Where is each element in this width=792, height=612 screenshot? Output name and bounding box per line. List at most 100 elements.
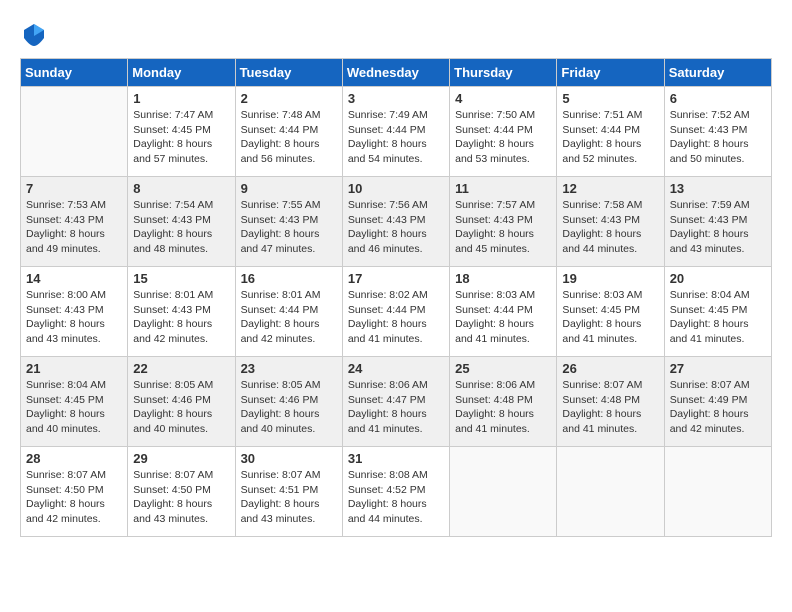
calendar-cell: 14Sunrise: 8:00 AMSunset: 4:43 PMDayligh… [21,267,128,357]
calendar-cell: 3 Sunrise: 7:49 AMSunset: 4:44 PMDaylight… [342,87,449,177]
day-info: Sunrise: 7:50 AMSunset: 4:44 PMDaylight:… [455,108,551,167]
calendar-cell: 15Sunrise: 8:01 AMSunset: 4:43 PMDayligh… [128,267,235,357]
day-number: 21 [26,361,122,376]
day-info: Sunrise: 7:54 AMSunset: 4:43 PMDaylight:… [133,198,229,257]
calendar-cell: 29 Sunrise: 8:07 AMSunset: 4:50 PMDayligh… [128,447,235,537]
calendar: SundayMondayTuesdayWednesdayThursdayFrid… [20,58,772,537]
day-number: 31 [348,451,444,466]
calendar-cell: 10 Sunrise: 7:56 AMSunset: 4:43 PMDayligh… [342,177,449,267]
day-info: Sunrise: 7:52 AMSunset: 4:43 PMDaylight:… [670,108,766,167]
day-info: Sunrise: 7:49 AMSunset: 4:44 PMDaylight:… [348,108,444,167]
calendar-cell: 30 Sunrise: 8:07 AMSunset: 4:51 PMDayligh… [235,447,342,537]
day-number: 30 [241,451,337,466]
calendar-cell: 12 Sunrise: 7:58 AMSunset: 4:43 PMDayligh… [557,177,664,267]
logo-icon [20,20,48,48]
day-info: Sunrise: 7:57 AMSunset: 4:43 PMDaylight:… [455,198,551,257]
calendar-cell: 5 Sunrise: 7:51 AMSunset: 4:44 PMDaylight… [557,87,664,177]
day-info: Sunrise: 8:07 AMSunset: 4:50 PMDaylight:… [133,468,229,527]
weekday-header: Sunday [21,59,128,87]
calendar-cell: 23 Sunrise: 8:05 AMSunset: 4:46 PMDayligh… [235,357,342,447]
day-info: Sunrise: 8:07 AMSunset: 4:48 PMDaylight:… [562,378,658,437]
weekday-header: Thursday [450,59,557,87]
calendar-cell: 31 Sunrise: 8:08 AMSunset: 4:52 PMDayligh… [342,447,449,537]
calendar-cell: 27 Sunrise: 8:07 AMSunset: 4:49 PMDayligh… [664,357,771,447]
calendar-cell: 24 Sunrise: 8:06 AMSunset: 4:47 PMDayligh… [342,357,449,447]
day-info: Sunrise: 7:51 AMSunset: 4:44 PMDaylight:… [562,108,658,167]
day-number: 1 [133,91,229,106]
day-info: Sunrise: 8:07 AMSunset: 4:49 PMDaylight:… [670,378,766,437]
day-info: Sunrise: 8:02 AMSunset: 4:44 PMDaylight:… [348,288,444,347]
calendar-week-row: 7 Sunrise: 7:53 AMSunset: 4:43 PMDaylight… [21,177,772,267]
calendar-cell: 2Sunrise: 7:48 AMSunset: 4:44 PMDaylight… [235,87,342,177]
calendar-cell: 4 Sunrise: 7:50 AMSunset: 4:44 PMDaylight… [450,87,557,177]
day-info: Sunrise: 8:05 AMSunset: 4:46 PMDaylight:… [241,378,337,437]
day-number: 18 [455,271,551,286]
day-info: Sunrise: 7:55 AMSunset: 4:43 PMDaylight:… [241,198,337,257]
day-number: 25 [455,361,551,376]
day-number: 6 [670,91,766,106]
day-number: 4 [455,91,551,106]
day-info: Sunrise: 8:04 AMSunset: 4:45 PMDaylight:… [26,378,122,437]
day-number: 28 [26,451,122,466]
calendar-cell: 9 Sunrise: 7:55 AMSunset: 4:43 PMDaylight… [235,177,342,267]
calendar-cell: 20 Sunrise: 8:04 AMSunset: 4:45 PMDayligh… [664,267,771,357]
day-info: Sunrise: 8:03 AMSunset: 4:45 PMDaylight:… [562,288,658,347]
day-info: Sunrise: 8:05 AMSunset: 4:46 PMDaylight:… [133,378,229,437]
calendar-cell [21,87,128,177]
day-info: Sunrise: 7:53 AMSunset: 4:43 PMDaylight:… [26,198,122,257]
day-number: 7 [26,181,122,196]
day-info: Sunrise: 8:04 AMSunset: 4:45 PMDaylight:… [670,288,766,347]
calendar-week-row: 14Sunrise: 8:00 AMSunset: 4:43 PMDayligh… [21,267,772,357]
weekday-header: Monday [128,59,235,87]
day-info: Sunrise: 8:01 AMSunset: 4:44 PMDaylight:… [241,288,337,347]
calendar-cell: 26 Sunrise: 8:07 AMSunset: 4:48 PMDayligh… [557,357,664,447]
day-number: 14 [26,271,122,286]
calendar-cell: 25 Sunrise: 8:06 AMSunset: 4:48 PMDayligh… [450,357,557,447]
weekday-header: Tuesday [235,59,342,87]
day-number: 12 [562,181,658,196]
calendar-cell: 18 Sunrise: 8:03 AMSunset: 4:44 PMDayligh… [450,267,557,357]
day-number: 10 [348,181,444,196]
calendar-cell: 13Sunrise: 7:59 AMSunset: 4:43 PMDayligh… [664,177,771,267]
day-number: 24 [348,361,444,376]
day-number: 16 [241,271,337,286]
weekday-header: Wednesday [342,59,449,87]
day-info: Sunrise: 8:06 AMSunset: 4:48 PMDaylight:… [455,378,551,437]
calendar-week-row: 28 Sunrise: 8:07 AMSunset: 4:50 PMDayligh… [21,447,772,537]
day-number: 22 [133,361,229,376]
day-info: Sunrise: 8:06 AMSunset: 4:47 PMDaylight:… [348,378,444,437]
day-info: Sunrise: 8:08 AMSunset: 4:52 PMDaylight:… [348,468,444,527]
calendar-cell: 19 Sunrise: 8:03 AMSunset: 4:45 PMDayligh… [557,267,664,357]
calendar-cell: 17 Sunrise: 8:02 AMSunset: 4:44 PMDayligh… [342,267,449,357]
day-info: Sunrise: 7:59 AMSunset: 4:43 PMDaylight:… [670,198,766,257]
calendar-cell: 22 Sunrise: 8:05 AMSunset: 4:46 PMDayligh… [128,357,235,447]
day-number: 8 [133,181,229,196]
day-number: 17 [348,271,444,286]
weekday-header: Friday [557,59,664,87]
day-number: 29 [133,451,229,466]
day-info: Sunrise: 8:03 AMSunset: 4:44 PMDaylight:… [455,288,551,347]
day-number: 5 [562,91,658,106]
day-info: Sunrise: 7:58 AMSunset: 4:43 PMDaylight:… [562,198,658,257]
day-info: Sunrise: 7:56 AMSunset: 4:43 PMDaylight:… [348,198,444,257]
day-info: Sunrise: 7:47 AMSunset: 4:45 PMDaylight:… [133,108,229,167]
calendar-cell: 7 Sunrise: 7:53 AMSunset: 4:43 PMDaylight… [21,177,128,267]
calendar-cell: 28 Sunrise: 8:07 AMSunset: 4:50 PMDayligh… [21,447,128,537]
day-number: 26 [562,361,658,376]
day-number: 23 [241,361,337,376]
day-info: Sunrise: 8:01 AMSunset: 4:43 PMDaylight:… [133,288,229,347]
day-info: Sunrise: 7:48 AMSunset: 4:44 PMDaylight:… [241,108,337,167]
day-number: 27 [670,361,766,376]
logo [20,20,52,48]
day-number: 19 [562,271,658,286]
day-info: Sunrise: 8:07 AMSunset: 4:50 PMDaylight:… [26,468,122,527]
day-number: 9 [241,181,337,196]
day-number: 20 [670,271,766,286]
calendar-week-row: 21 Sunrise: 8:04 AMSunset: 4:45 PMDayligh… [21,357,772,447]
header [20,20,772,48]
calendar-cell: 6 Sunrise: 7:52 AMSunset: 4:43 PMDaylight… [664,87,771,177]
calendar-cell: 11Sunrise: 7:57 AMSunset: 4:43 PMDayligh… [450,177,557,267]
day-info: Sunrise: 8:07 AMSunset: 4:51 PMDaylight:… [241,468,337,527]
calendar-cell: 8 Sunrise: 7:54 AMSunset: 4:43 PMDaylight… [128,177,235,267]
day-number: 3 [348,91,444,106]
